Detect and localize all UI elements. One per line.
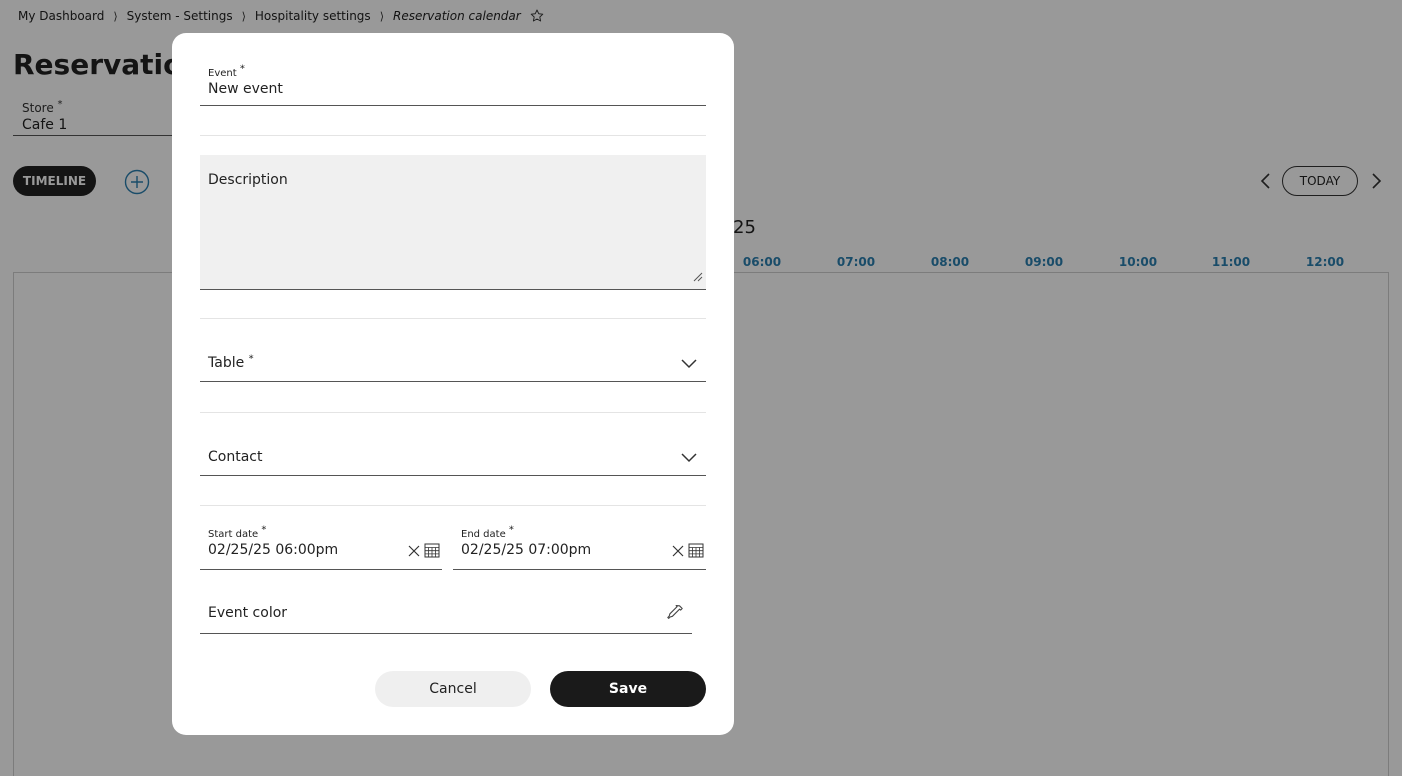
end-date-input[interactable]: End date * 02/25/25 07:00pm [453, 524, 706, 570]
table-select[interactable]: Table * [200, 344, 706, 382]
event-input[interactable]: Event * New event [200, 63, 706, 106]
cancel-button[interactable]: Cancel [375, 671, 531, 707]
close-icon[interactable] [408, 545, 420, 557]
end-date-value: 02/25/25 07:00pm [461, 542, 592, 558]
event-value: New event [208, 81, 283, 97]
event-color-label: Event color [208, 605, 288, 621]
calendar-icon[interactable] [424, 543, 440, 558]
event-label: Event * [208, 63, 245, 79]
table-label: Table * [208, 352, 254, 371]
chevron-down-icon[interactable] [680, 451, 698, 463]
resize-grip-icon[interactable] [693, 272, 703, 282]
divider [200, 412, 706, 413]
contact-label: Contact [208, 448, 263, 465]
event-dialog: Event * New event Description Table * Co… [172, 33, 734, 735]
save-button[interactable]: Save [550, 671, 706, 707]
end-date-label: End date * [461, 524, 514, 540]
eyedropper-icon[interactable] [666, 604, 684, 622]
calendar-icon[interactable] [688, 543, 704, 558]
description-label: Description [208, 172, 288, 188]
divider [200, 135, 706, 136]
close-icon[interactable] [672, 545, 684, 557]
divider [200, 505, 706, 506]
chevron-down-icon[interactable] [680, 357, 698, 369]
event-color-input[interactable]: Event color [200, 593, 692, 634]
contact-select[interactable]: Contact [200, 438, 706, 476]
start-date-input[interactable]: Start date * 02/25/25 06:00pm [200, 524, 442, 570]
divider [200, 318, 706, 319]
start-date-value: 02/25/25 06:00pm [208, 542, 339, 558]
start-date-label: Start date * [208, 524, 267, 540]
description-textarea[interactable]: Description [200, 155, 706, 290]
